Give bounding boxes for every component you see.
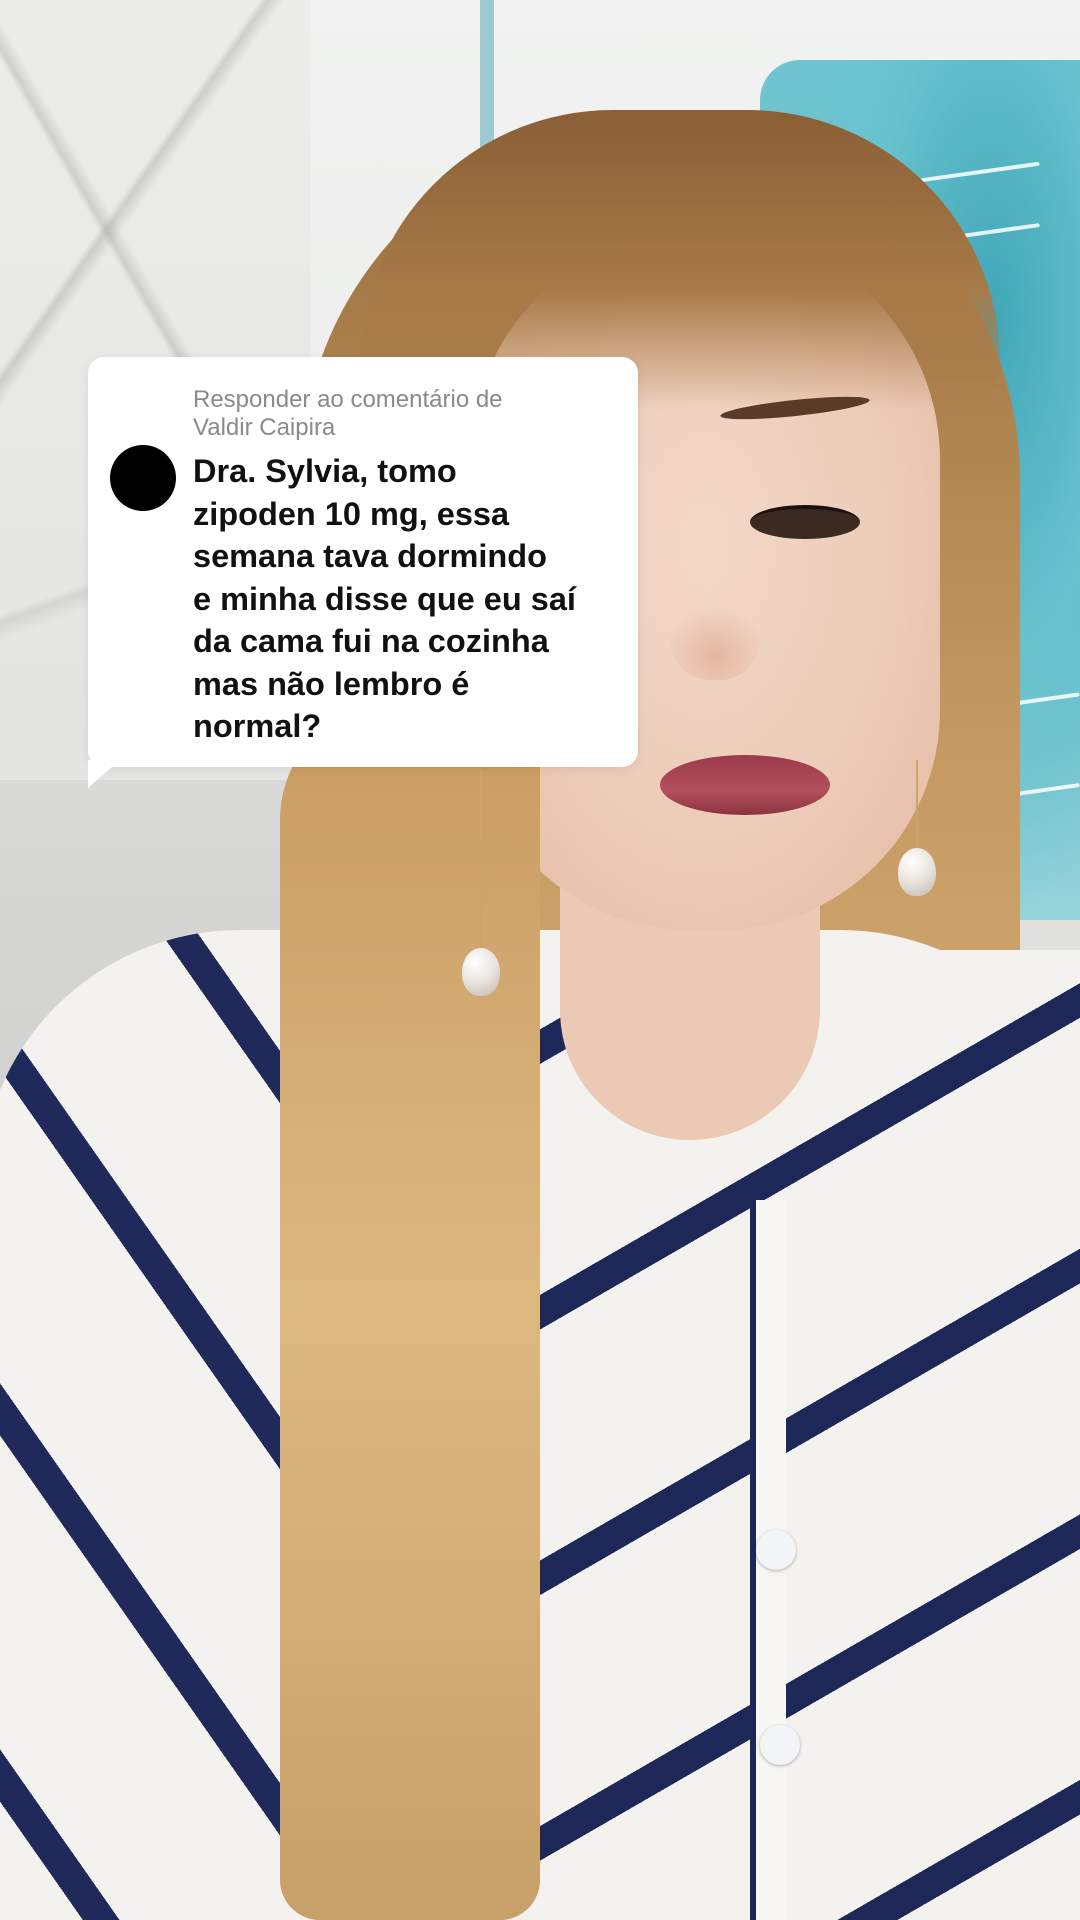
reply-to-label: Responder ao comentário de Valdir Caipir… xyxy=(193,386,503,441)
hair-strands xyxy=(280,700,540,1920)
pearl-earring xyxy=(898,848,936,896)
commenter-avatar[interactable] xyxy=(110,445,176,511)
video-frame[interactable]: Responder ao comentário de Valdir Caipir… xyxy=(0,0,1080,1920)
nose xyxy=(670,600,760,680)
shirt-button xyxy=(760,1725,800,1765)
eye xyxy=(750,505,860,539)
shirt-button xyxy=(756,1530,796,1570)
earring-wire xyxy=(480,770,482,950)
lips xyxy=(660,755,830,815)
earring-wire xyxy=(916,760,918,850)
sticker-tail xyxy=(88,760,120,788)
comment-text: Dra. Sylvia, tomo zipoden 10 mg, essa se… xyxy=(193,453,576,744)
pearl-earring xyxy=(462,948,500,996)
